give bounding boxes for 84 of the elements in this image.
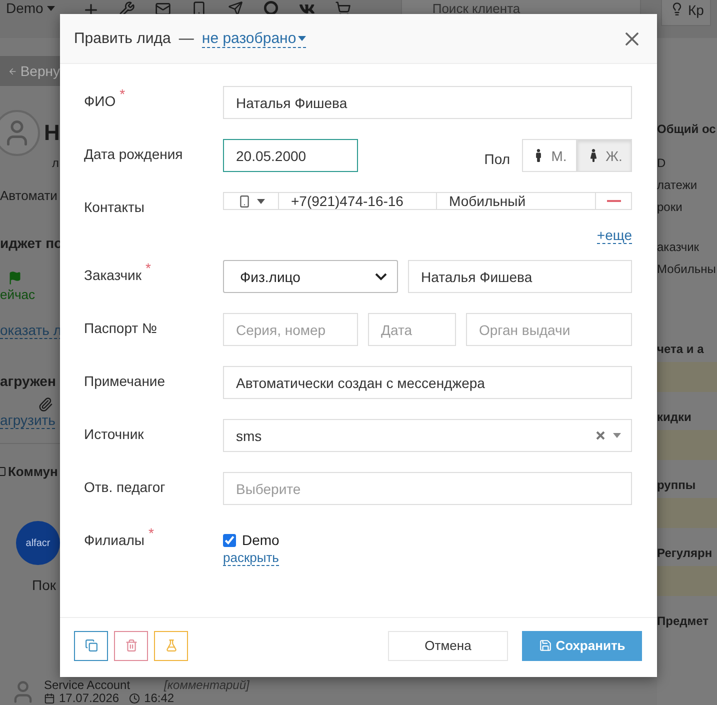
calendar-icon	[44, 693, 55, 704]
info-text: Мобильны	[657, 262, 717, 276]
lightbulb-icon	[670, 2, 684, 16]
cancel-button[interactable]: Отмена	[388, 630, 508, 660]
save-icon	[538, 639, 552, 652]
branch-checkbox[interactable]	[223, 534, 236, 546]
author-name: Service Account	[44, 679, 130, 692]
field-label: Источник	[84, 425, 144, 442]
section-title: чета и а	[657, 342, 705, 356]
flask-icon	[164, 639, 178, 652]
trash-icon	[124, 639, 138, 652]
field-label: Примечание	[84, 372, 166, 389]
copy-button[interactable]	[74, 630, 108, 660]
gender-button[interactable]: М.	[522, 139, 577, 172]
comment-text: [комментарий]	[164, 679, 250, 692]
add-more-link[interactable]: +еще	[596, 227, 632, 244]
clear-icon[interactable]	[596, 431, 605, 440]
field-label: Заказчик	[84, 266, 142, 283]
clock-icon	[129, 693, 140, 704]
source-select[interactable]: sms	[223, 419, 632, 452]
passport-field[interactable]: Дата	[368, 313, 456, 346]
paperclip-icon	[38, 397, 53, 412]
save-button[interactable]: Сохранить	[522, 630, 642, 660]
show-more-text: Пок	[32, 577, 57, 593]
section-title: кидки	[657, 410, 692, 424]
panel-background	[657, 498, 717, 528]
field-label: Дата рождения	[84, 145, 183, 162]
section-title: руппы	[657, 478, 697, 492]
field-label: ФИО	[84, 92, 116, 109]
section-title: Регулярн	[657, 546, 714, 560]
note-field[interactable]: Автоматически создан с мессенджера	[223, 366, 632, 399]
status-text: ейчас	[0, 287, 36, 302]
info-text: аказчик	[657, 240, 700, 254]
name-field[interactable]: Наталья Фишева	[223, 86, 632, 119]
delete-button[interactable]	[114, 630, 148, 660]
phone-icon	[238, 194, 250, 208]
panel-background	[657, 430, 717, 460]
flag-icon	[8, 271, 22, 285]
status-dropdown[interactable]: не разобрано	[202, 30, 306, 48]
phone-field[interactable]: +7(921)474-16-16	[279, 192, 437, 210]
date-field[interactable]: 20.05.2000	[223, 139, 358, 172]
field-label: Паспорт №	[84, 319, 158, 336]
remove-button[interactable]	[596, 192, 632, 210]
section-title: агружен	[0, 373, 57, 389]
required-mark: *	[120, 86, 126, 104]
log-date: 17.07.2026	[59, 692, 120, 705]
field-label: Отв. педагог	[84, 478, 166, 495]
teacher-field[interactable]: Выберите	[223, 472, 632, 505]
section-title: Коммун	[8, 464, 58, 479]
note-text: Автомати	[0, 188, 58, 203]
required-mark: *	[148, 525, 154, 543]
field-label: Филиалы	[84, 531, 144, 548]
title-dash: —	[178, 30, 194, 47]
panel-background	[657, 566, 717, 596]
account-menu[interactable]: Demo	[6, 0, 56, 16]
section-title: Предмет	[657, 614, 710, 628]
caret-icon	[613, 433, 621, 438]
gender-button[interactable]: Ж.	[577, 139, 632, 172]
passport-field[interactable]: Серия, номер	[223, 313, 358, 346]
passport-field[interactable]: Орган выдачи	[466, 313, 632, 346]
info-text: D	[657, 156, 667, 170]
customer-name-field[interactable]: Наталья Фишева	[408, 260, 632, 293]
customer-type-select[interactable]: Физ.лицо	[223, 260, 398, 293]
panel-background	[657, 362, 717, 392]
minus-icon	[606, 200, 620, 202]
logo: alfacr	[16, 521, 60, 565]
phone-type-field[interactable]: Мобильный	[437, 192, 596, 210]
section-title: Общий ос	[657, 122, 717, 136]
field-label: Контакты	[84, 198, 144, 215]
field-label: Пол	[484, 150, 510, 167]
checkbox-label: Demo	[242, 532, 280, 548]
log-time: 16:42	[144, 692, 174, 705]
chevron-down-icon	[375, 272, 387, 280]
dialog-title: Править лида	[74, 30, 171, 47]
client-subtitle: л	[52, 156, 60, 170]
required-mark: *	[146, 260, 151, 278]
info-text: латежи	[657, 178, 698, 192]
copy-icon	[84, 639, 98, 652]
expand-link[interactable]: раскрыть	[223, 550, 279, 566]
contact-type-select[interactable]	[223, 192, 279, 210]
top-button[interactable]: Кр	[661, 0, 711, 26]
info-text: роки	[657, 200, 684, 214]
client-name: Н	[44, 120, 60, 146]
back-button[interactable]: Верну	[0, 56, 60, 86]
